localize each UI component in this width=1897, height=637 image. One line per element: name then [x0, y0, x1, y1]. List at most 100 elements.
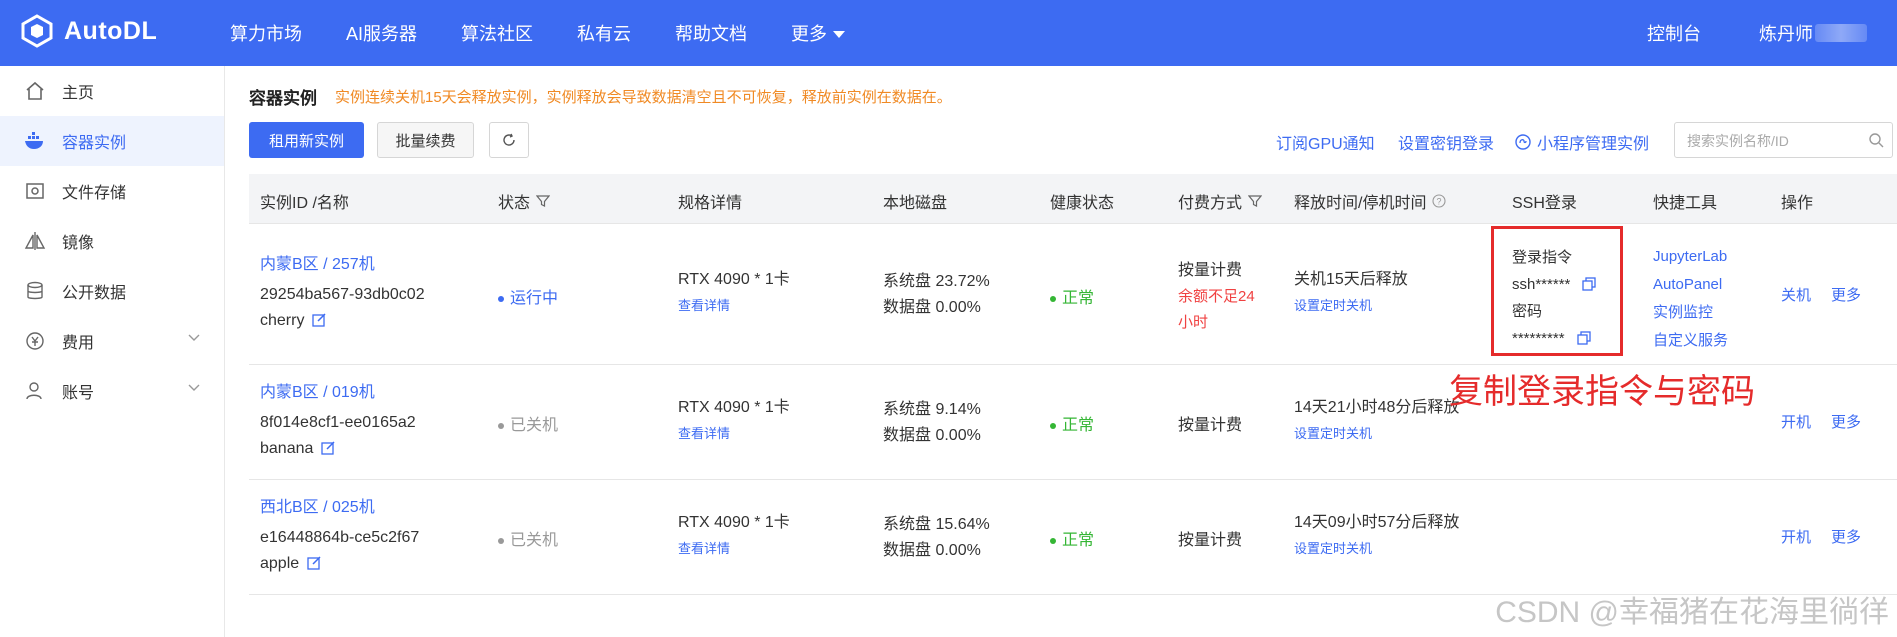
instance-id-cell: 西北B区 / 025机 e16448864b-ce5c2f67 apple [260, 495, 419, 577]
jupyterlab-link[interactable]: JupyterLab [1653, 243, 1728, 271]
instance-name-line: banana [260, 436, 416, 462]
edit-icon[interactable] [312, 312, 327, 327]
schedule-shutdown-link[interactable]: 设置定时关机 [1294, 421, 1459, 447]
release-warning: 实例连续关机15天会释放实例，实例释放会导致数据清空且不可恢复，释放前实例在数据… [335, 89, 952, 106]
sidebar-item-billing[interactable]: 费用 [0, 316, 224, 366]
filter-icon[interactable] [536, 194, 551, 208]
nav-algorithm-community[interactable]: 算法社区 [461, 20, 533, 46]
col-header-id: 实例ID /名称 [260, 195, 349, 212]
nav-more-label: 更多 [791, 24, 828, 44]
start-button[interactable]: 开机 [1781, 411, 1811, 432]
custom-service-link[interactable]: 自定义服务 [1653, 327, 1728, 355]
spec-detail-link[interactable]: 查看详情 [678, 421, 790, 447]
edit-icon[interactable] [307, 555, 322, 570]
nav-ai-server[interactable]: AI服务器 [346, 20, 417, 46]
nav-more[interactable]: 更多 [791, 20, 846, 46]
schedule-shutdown-link[interactable]: 设置定时关机 [1294, 536, 1459, 562]
filter-icon[interactable] [1248, 194, 1263, 208]
health-dot [1050, 422, 1056, 429]
set-key-login-link[interactable]: 设置密钥登录 [1398, 130, 1494, 154]
instance-name: apple [260, 555, 300, 572]
instance-monitor-link[interactable]: 实例监控 [1653, 299, 1728, 327]
nav-private-cloud[interactable]: 私有云 [577, 20, 631, 46]
annotation-text: 复制登录指令与密码 [1449, 373, 1755, 411]
release-cell: 关机15天后释放 设置定时关机 [1294, 267, 1408, 319]
mini-program-label: 小程序管理实例 [1537, 136, 1650, 153]
sidebar-item-label: 容器实例 [62, 135, 127, 152]
release-cell: 14天09小时57分后释放 设置定时关机 [1294, 510, 1459, 562]
spec-detail-link[interactable]: 查看详情 [678, 536, 790, 562]
data-disk-usage: 数据盘 0.00% [883, 542, 981, 559]
instance-region-link[interactable]: 西北B区 / 025机 [260, 495, 419, 521]
batch-renew-button[interactable]: 批量续费 [377, 122, 474, 158]
instance-id: e16448864b-ce5c2f67 [260, 529, 420, 546]
new-instance-button[interactable]: 租用新实例 [249, 122, 364, 158]
gpu-spec: RTX 4090 * 1卡 [678, 514, 790, 531]
more-button[interactable]: 更多 [1831, 411, 1861, 432]
more-button[interactable]: 更多 [1831, 526, 1861, 547]
col-header-disk: 本地磁盘 [883, 195, 948, 212]
sidebar-item-storage[interactable]: 文件存储 [0, 166, 224, 216]
sidebar-item-label: 账号 [62, 385, 95, 402]
sidebar-item-label: 文件存储 [62, 185, 127, 202]
release-cell: 14天21小时48分后释放 设置定时关机 [1294, 395, 1459, 447]
billing-mode: 按量计费 [1178, 417, 1243, 434]
health-text: 正常 [1062, 532, 1095, 549]
nav-compute-market[interactable]: 算力市场 [230, 20, 302, 46]
autopanel-link[interactable]: AutoPanel [1653, 271, 1728, 299]
instance-id: 29254ba567-93db0c02 [260, 286, 425, 303]
database-icon [24, 280, 46, 302]
sidebar-item-images[interactable]: 镜像 [0, 216, 224, 266]
col-header-tools: 快捷工具 [1653, 195, 1718, 212]
sidebar-item-public-data[interactable]: 公开数据 [0, 266, 224, 316]
watermark: CSDN @幸福猪在花海里徜徉 [1495, 596, 1889, 629]
sidebar-item-home[interactable]: 主页 [0, 66, 224, 116]
search-icon[interactable] [1869, 133, 1884, 148]
shutdown-button[interactable]: 关机 [1781, 284, 1811, 305]
edit-icon[interactable] [321, 440, 336, 455]
top-right-area: 控制台 炼丹师 [1647, 0, 1897, 66]
schedule-shutdown-link[interactable]: 设置定时关机 [1294, 293, 1408, 319]
health-text: 正常 [1062, 417, 1095, 434]
health-status: 正常 [1050, 411, 1094, 435]
mini-program-link[interactable]: 小程序管理实例 [1515, 130, 1649, 154]
refresh-icon [503, 133, 515, 146]
start-button[interactable]: 开机 [1781, 526, 1811, 547]
table-row: 内蒙B区 / 257机 29254ba567-93db0c02 cherry 运… [249, 224, 1897, 365]
col-header-status-label: 状态 [498, 195, 531, 212]
instance-region-link[interactable]: 内蒙B区 / 019机 [260, 380, 416, 406]
sidebar-item-containers[interactable]: 容器实例 [0, 116, 224, 166]
page-title: 容器实例 [249, 89, 317, 108]
disk-cell: 系统盘 15.64% 数据盘 0.00% [883, 512, 990, 564]
release-time: 14天09小时57分后释放 [1294, 514, 1460, 531]
chevron-down-icon [188, 384, 200, 391]
billing-mode: 按量计费 [1178, 532, 1243, 549]
quick-tools-cell: JupyterLab AutoPanel 实例监控 自定义服务 [1653, 243, 1728, 355]
sidebar-item-account[interactable]: 账号 [0, 366, 224, 416]
spec-detail-link[interactable]: 查看详情 [678, 293, 790, 319]
instance-name-line: cherry [260, 308, 425, 334]
search-input[interactable] [1687, 130, 1857, 152]
title-row: 容器实例 实例连续关机15天会释放实例，实例释放会导致数据清空且不可恢复，释放前… [249, 84, 952, 109]
instance-id-cell: 内蒙B区 / 019机 8f014e8cf1-ee0165a2 banana [260, 380, 416, 462]
sidebar-item-label: 主页 [62, 85, 95, 102]
top-navbar: AutoDL 算力市场 AI服务器 算法社区 私有云 帮助文档 更多 控制台 炼… [0, 0, 1897, 66]
instance-name: cherry [260, 312, 305, 329]
status-text: 已关机 [510, 532, 559, 549]
status-text: 已关机 [510, 417, 559, 434]
subscribe-gpu-link[interactable]: 订阅GPU通知 [1276, 130, 1375, 154]
console-link[interactable]: 控制台 [1647, 20, 1701, 46]
more-button[interactable]: 更多 [1831, 284, 1861, 305]
status-running: 运行中 [498, 284, 558, 308]
user-menu[interactable]: 炼丹师 [1759, 20, 1867, 46]
mini-program-icon [1515, 134, 1531, 150]
app-name: AutoDL [64, 16, 158, 45]
instance-region-link[interactable]: 内蒙B区 / 257机 [260, 252, 425, 278]
status-stopped: 已关机 [498, 526, 558, 550]
help-icon[interactable]: ? [1432, 194, 1447, 208]
nav-help-docs[interactable]: 帮助文档 [675, 20, 747, 46]
refresh-button[interactable] [489, 122, 529, 158]
logo[interactable]: AutoDL [20, 14, 157, 48]
col-header-status: 状态 [498, 189, 551, 213]
health-status: 正常 [1050, 284, 1094, 308]
